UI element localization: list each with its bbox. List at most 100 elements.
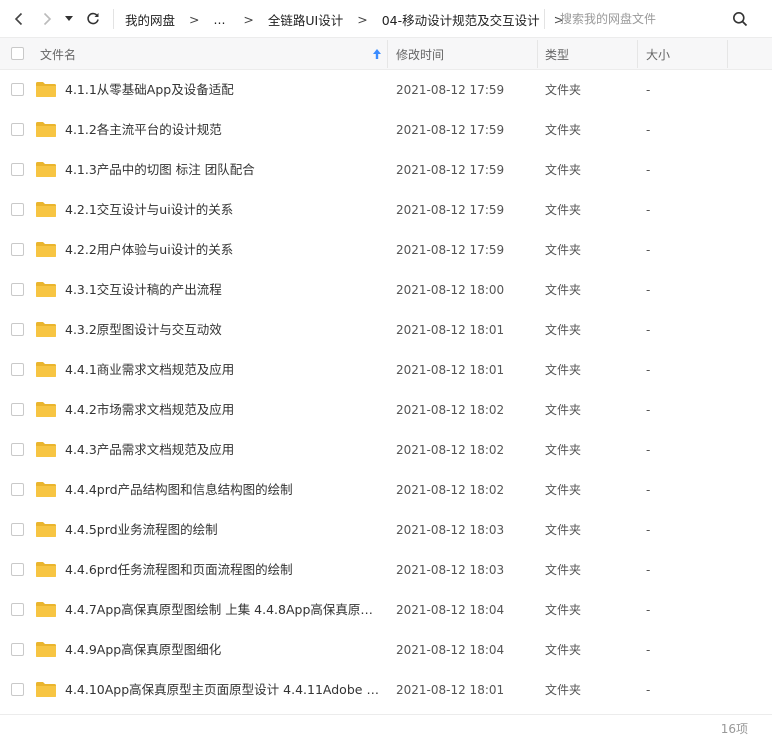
row-checkbox[interactable] [11,563,24,576]
file-type: 文件夹 [545,523,582,537]
row-checkbox[interactable] [11,443,24,456]
file-name[interactable]: 4.4.9App高保真原型图细化 [65,630,380,670]
file-name[interactable]: 4.3.1交互设计稿的产出流程 [65,270,380,310]
file-modified-time: 2021-08-12 18:03 [396,563,505,577]
file-type: 文件夹 [545,323,582,337]
file-size: - [646,123,651,137]
file-row[interactable]: 4.4.6prd任务流程图和页面流程图的绘制 2021-08-12 18:03 文件… [0,550,772,590]
breadcrumb-item-ellipsis[interactable]: ... [214,12,226,27]
sort-arrow-up-icon[interactable] [372,48,382,60]
file-name[interactable]: 4.4.4prd产品结构图和信息结构图的绘制 [65,470,380,510]
file-name[interactable]: 4.2.1交互设计与ui设计的关系 [65,190,380,230]
folder-icon [36,482,56,497]
file-row[interactable]: 4.1.1从零基础App及设备适配 2021-08-12 17:59 文件夹 - [0,70,772,110]
column-header: 文件名 修改时间 类型 大小 [0,38,772,70]
file-size: - [646,523,651,537]
row-checkbox[interactable] [11,163,24,176]
caret-down-icon [65,16,73,21]
nav-divider [113,9,114,29]
file-row[interactable]: 4.1.3产品中的切图 标注 团队配合 2021-08-12 17:59 文件夹 - [0,150,772,190]
file-modified-time: 2021-08-12 18:02 [396,483,505,497]
column-type-header[interactable]: 类型 [545,38,569,70]
file-row[interactable]: 4.4.1商业需求文档规范及应用 2021-08-12 18:01 文件夹 - [0,350,772,390]
file-type: 文件夹 [545,483,582,497]
header-divider [637,40,638,68]
file-name[interactable]: 4.4.7App高保真原型图绘制 上集 4.4.8App高保真原型... [65,590,380,630]
file-size: - [646,403,651,417]
file-row[interactable]: 4.1.2各主流平台的设计规范 2021-08-12 17:59 文件夹 - [0,110,772,150]
file-row[interactable]: 4.4.9App高保真原型图细化 2021-08-12 18:04 文件夹 - [0,630,772,670]
file-type: 文件夹 [545,603,582,617]
breadcrumb-item-current[interactable]: 04-移动设计规范及交互设计 [382,10,540,29]
row-checkbox[interactable] [11,523,24,536]
file-name[interactable]: 4.1.3产品中的切图 标注 团队配合 [65,150,380,190]
folder-icon [36,82,56,97]
file-size: - [646,563,651,577]
header-divider [387,40,388,68]
file-row[interactable]: 4.4.5prd业务流程图的绘制 2021-08-12 18:03 文件夹 - [0,510,772,550]
file-type: 文件夹 [545,443,582,457]
search-icon[interactable] [732,11,748,27]
column-modified-header[interactable]: 修改时间 [396,38,444,70]
row-checkbox[interactable] [11,363,24,376]
file-type: 文件夹 [545,163,582,177]
file-name[interactable]: 4.2.2用户体验与ui设计的关系 [65,230,380,270]
search-input[interactable] [560,7,730,31]
history-dropdown-button[interactable] [62,8,76,30]
row-checkbox[interactable] [11,123,24,136]
file-row[interactable]: 4.4.3产品需求文档规范及应用 2021-08-12 18:02 文件夹 - [0,430,772,470]
file-name[interactable]: 4.1.2各主流平台的设计规范 [65,110,380,150]
column-name-header[interactable]: 文件名 [40,38,76,70]
file-row[interactable]: 4.4.10App高保真原型主页面原型设计 4.4.11Adobe XD... 2… [0,670,772,710]
file-type: 文件夹 [545,643,582,657]
row-checkbox[interactable] [11,203,24,216]
file-name[interactable]: 4.1.1从零基础App及设备适配 [65,70,380,110]
file-size: - [646,283,651,297]
column-size-header[interactable]: 大小 [646,38,670,70]
file-modified-time: 2021-08-12 17:59 [396,123,505,137]
row-checkbox[interactable] [11,323,24,336]
file-modified-time: 2021-08-12 18:04 [396,643,505,657]
file-name[interactable]: 4.4.6prd任务流程图和页面流程图的绘制 [65,550,380,590]
file-name[interactable]: 4.4.5prd业务流程图的绘制 [65,510,380,550]
file-row[interactable]: 4.3.1交互设计稿的产出流程 2021-08-12 18:00 文件夹 - [0,270,772,310]
row-checkbox[interactable] [11,683,24,696]
row-checkbox[interactable] [11,603,24,616]
search-box [550,5,760,33]
file-row[interactable]: 4.4.2市场需求文档规范及应用 2021-08-12 18:02 文件夹 - [0,390,772,430]
breadcrumb-item-course[interactable]: 全链路UI设计 [268,10,343,29]
header-divider [727,40,728,68]
folder-icon [36,322,56,337]
breadcrumb-item-root[interactable]: 我的网盘 [125,10,175,29]
file-size: - [646,163,651,177]
file-row[interactable]: 4.2.1交互设计与ui设计的关系 2021-08-12 17:59 文件夹 - [0,190,772,230]
file-name[interactable]: 4.4.10App高保真原型主页面原型设计 4.4.11Adobe XD... [65,670,380,710]
file-type: 文件夹 [545,203,582,217]
folder-icon [36,522,56,537]
file-name[interactable]: 4.3.2原型图设计与交互动效 [65,310,380,350]
file-row[interactable]: 4.4.4prd产品结构图和信息结构图的绘制 2021-08-12 18:02 文件… [0,470,772,510]
select-all-checkbox[interactable] [11,47,24,60]
file-modified-time: 2021-08-12 18:01 [396,363,505,377]
folder-icon [36,162,56,177]
file-name[interactable]: 4.4.1商业需求文档规范及应用 [65,350,380,390]
row-checkbox[interactable] [11,243,24,256]
refresh-button[interactable] [82,8,104,30]
folder-icon [36,282,56,297]
file-name[interactable]: 4.4.2市场需求文档规范及应用 [65,390,380,430]
back-button[interactable] [8,8,30,30]
file-row[interactable]: 4.2.2用户体验与ui设计的关系 2021-08-12 17:59 文件夹 - [0,230,772,270]
file-modified-time: 2021-08-12 18:03 [396,523,505,537]
file-row[interactable]: 4.4.7App高保真原型图绘制 上集 4.4.8App高保真原型... 2021… [0,590,772,630]
file-row[interactable]: 4.3.2原型图设计与交互动效 2021-08-12 18:01 文件夹 - [0,310,772,350]
row-checkbox[interactable] [11,283,24,296]
file-name[interactable]: 4.4.3产品需求文档规范及应用 [65,430,380,470]
forward-button[interactable] [36,8,58,30]
chevron-right-icon [43,12,52,26]
row-checkbox[interactable] [11,643,24,656]
row-checkbox[interactable] [11,83,24,96]
row-checkbox[interactable] [11,403,24,416]
item-count: 16项 [720,722,748,736]
row-checkbox[interactable] [11,483,24,496]
file-type: 文件夹 [545,403,582,417]
